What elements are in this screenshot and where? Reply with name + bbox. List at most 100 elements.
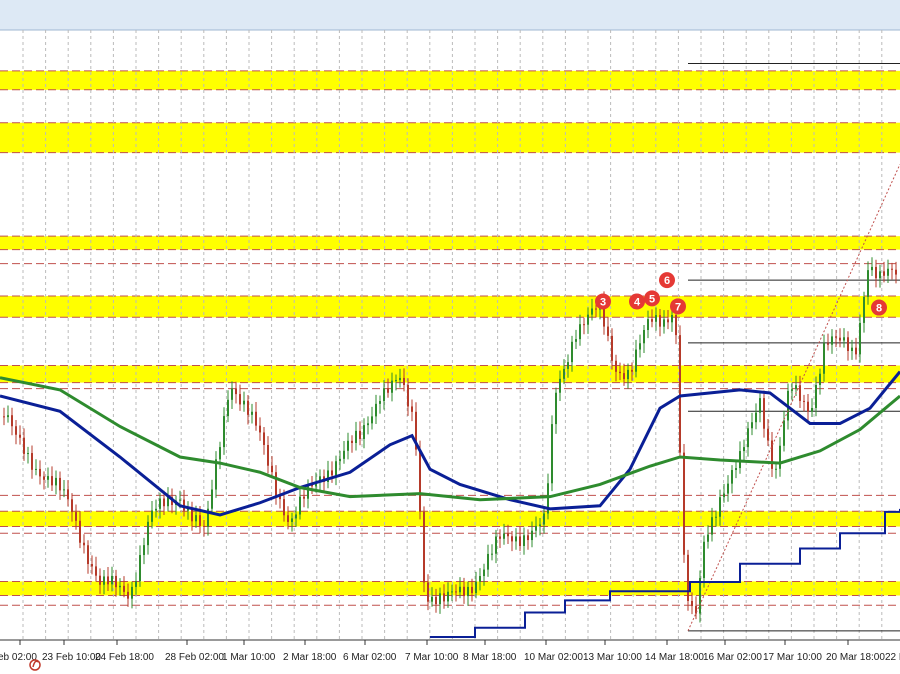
candle-body bbox=[731, 470, 733, 484]
candle-body bbox=[95, 566, 97, 576]
candle-body bbox=[15, 426, 17, 435]
candle-body bbox=[211, 489, 213, 509]
candle-body bbox=[471, 586, 473, 594]
candle-body bbox=[363, 425, 365, 439]
candle-body bbox=[463, 586, 465, 597]
candle-body bbox=[487, 553, 489, 570]
candle-body bbox=[271, 465, 273, 473]
candle-body bbox=[111, 575, 113, 585]
candle-body bbox=[251, 411, 253, 415]
marker-label: 4 bbox=[634, 296, 641, 308]
candle-body bbox=[627, 369, 629, 380]
x-tick-label: 13 Mar 10:00 bbox=[583, 652, 642, 663]
candle-body bbox=[419, 449, 421, 512]
candle-body bbox=[307, 484, 309, 499]
candle-body bbox=[691, 600, 693, 607]
candle-body bbox=[7, 415, 9, 418]
candle-body bbox=[715, 516, 717, 518]
candle-body bbox=[79, 520, 81, 543]
candle-body bbox=[519, 536, 521, 546]
marker-label: 7 bbox=[675, 301, 681, 313]
candle-body bbox=[679, 335, 681, 453]
candle-body bbox=[103, 576, 105, 585]
candle-body bbox=[763, 398, 765, 429]
app-logo-icon bbox=[29, 659, 41, 671]
candle-body bbox=[431, 596, 433, 602]
candle-body bbox=[359, 430, 361, 439]
candle-body bbox=[239, 394, 241, 405]
candle-body bbox=[459, 586, 461, 593]
candle-body bbox=[875, 266, 877, 279]
candle-body bbox=[483, 569, 485, 577]
candle-body bbox=[71, 499, 73, 513]
candle-body bbox=[571, 341, 573, 363]
candle-body bbox=[155, 508, 157, 511]
candle-body bbox=[727, 483, 729, 494]
candle-body bbox=[723, 493, 725, 498]
candle-body bbox=[651, 319, 653, 322]
candle-body bbox=[451, 591, 453, 593]
candle-body bbox=[887, 268, 889, 276]
candle-body bbox=[63, 489, 65, 491]
candle-body bbox=[55, 477, 57, 486]
candle-body bbox=[699, 578, 701, 614]
candle-body bbox=[123, 585, 125, 592]
candle-body bbox=[587, 314, 589, 325]
candle-body bbox=[563, 368, 565, 379]
candle-body bbox=[531, 530, 533, 541]
candle-body bbox=[735, 468, 737, 471]
candle-body bbox=[295, 514, 297, 519]
candle-body bbox=[635, 349, 637, 372]
candle-body bbox=[131, 586, 133, 599]
candle-body bbox=[747, 428, 749, 448]
candle-body bbox=[823, 343, 825, 374]
candle-body bbox=[643, 330, 645, 344]
candle-body bbox=[835, 336, 837, 338]
x-tick-label: 16 Mar 02:00 bbox=[703, 652, 762, 663]
candle-body bbox=[367, 423, 369, 426]
candle-body bbox=[667, 319, 669, 323]
x-tick-label: 28 Feb 02:00 bbox=[165, 652, 224, 663]
candle-body bbox=[87, 545, 89, 565]
x-tick-label: 23 Feb 10:00 bbox=[42, 652, 101, 663]
candle-body bbox=[27, 453, 29, 455]
candle-body bbox=[647, 319, 649, 331]
candle-body bbox=[839, 337, 841, 341]
chart-title-bar bbox=[0, 0, 900, 30]
candle-body bbox=[147, 521, 149, 546]
candle-body bbox=[495, 536, 497, 554]
candle-body bbox=[427, 582, 429, 602]
candle-body bbox=[303, 496, 305, 499]
candle-body bbox=[719, 497, 721, 517]
candle-body bbox=[543, 513, 545, 525]
candle-body bbox=[663, 319, 665, 327]
candle-body bbox=[863, 296, 865, 323]
candle-body bbox=[891, 268, 893, 270]
x-tick-label: 7 Mar 10:00 bbox=[405, 652, 459, 663]
zone-band bbox=[0, 236, 900, 250]
candle-body bbox=[883, 271, 885, 276]
candle-body bbox=[511, 536, 513, 542]
candle-body bbox=[99, 575, 101, 585]
x-tick-label: 20 Mar 18:00 bbox=[826, 652, 885, 663]
candle-body bbox=[227, 399, 229, 417]
candle-body bbox=[575, 339, 577, 342]
candle-body bbox=[623, 373, 625, 380]
candle-body bbox=[523, 535, 525, 546]
candle-body bbox=[443, 593, 445, 602]
candle-body bbox=[711, 517, 713, 535]
candle-body bbox=[291, 518, 293, 522]
candle-body bbox=[751, 422, 753, 429]
candle-body bbox=[223, 416, 225, 448]
candle-body bbox=[247, 400, 249, 415]
candle-body bbox=[91, 564, 93, 567]
candle-body bbox=[631, 369, 633, 372]
candle-body bbox=[259, 425, 261, 433]
candle-body bbox=[871, 266, 873, 271]
candle-body bbox=[371, 416, 373, 424]
candle-body bbox=[379, 401, 381, 404]
x-tick-label: 6 Mar 02:00 bbox=[343, 652, 397, 663]
candle-body bbox=[35, 468, 37, 470]
candle-body bbox=[179, 499, 181, 501]
candle-body bbox=[611, 335, 613, 361]
